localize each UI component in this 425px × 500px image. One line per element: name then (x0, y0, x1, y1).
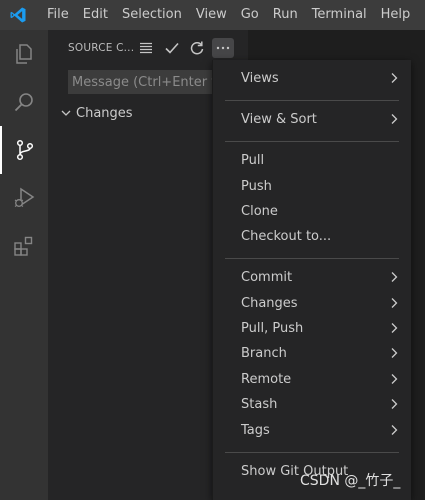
menu-item-view-sort[interactable]: View & Sort (213, 107, 411, 132)
activity-source-control[interactable] (0, 126, 48, 174)
menu-item-pull-push[interactable]: Pull, Push (213, 316, 411, 341)
menu-item-branch[interactable]: Branch (213, 341, 411, 366)
chevron-right-icon (391, 73, 398, 83)
menu-run[interactable]: Run (266, 0, 305, 30)
menu-edit[interactable]: Edit (76, 0, 115, 30)
menu-item-stash[interactable]: Stash (213, 392, 411, 417)
menu-item-label: Commit (241, 270, 293, 285)
title-bar: File Edit Selection View Go Run Terminal… (0, 0, 425, 30)
activity-search[interactable] (0, 78, 48, 126)
run-debug-icon (14, 187, 35, 207)
menu-item-label: View & Sort (241, 112, 317, 127)
more-actions-icon[interactable] (212, 38, 234, 58)
sidebar-title: SOURCE C... (68, 42, 135, 54)
chevron-right-icon (391, 399, 398, 409)
menu-file[interactable]: File (40, 0, 76, 30)
menu-item-tags[interactable]: Tags (213, 418, 411, 443)
chevron-right-icon (391, 114, 398, 124)
menu-item-push[interactable]: Push (213, 174, 411, 199)
menu-separator (225, 258, 399, 259)
menu-selection[interactable]: Selection (115, 0, 189, 30)
menu-item-clone[interactable]: Clone (213, 199, 411, 224)
activity-extensions[interactable] (0, 222, 48, 270)
search-icon (14, 93, 33, 112)
menu-terminal[interactable]: Terminal (305, 0, 374, 30)
menu-item-label: Branch (241, 346, 287, 361)
menu-view[interactable]: View (189, 0, 234, 30)
menu-separator (225, 100, 399, 101)
chevron-right-icon (391, 272, 398, 282)
menu-item-pull[interactable]: Pull (213, 148, 411, 173)
more-actions-menu: Views View & Sort Pull Push Clone Checko… (212, 60, 411, 500)
menu-item-views[interactable]: Views (213, 66, 411, 91)
vscode-logo-icon[interactable] (9, 6, 27, 24)
menu-item-changes[interactable]: Changes (213, 291, 411, 316)
refresh-icon[interactable] (188, 39, 206, 57)
activity-run-debug[interactable] (0, 174, 48, 222)
activity-bar (0, 30, 48, 500)
menu-item-label: Tags (241, 423, 270, 438)
chevron-right-icon (391, 348, 398, 358)
menu-separator (225, 452, 399, 453)
chevron-right-icon (391, 374, 398, 384)
menu-separator (225, 141, 399, 142)
menu-item-label: Changes (241, 296, 298, 311)
activity-explorer[interactable] (0, 30, 48, 78)
menu-item-checkout-to[interactable]: Checkout to... (213, 224, 411, 249)
menu-item-label: Clone (241, 204, 278, 219)
changes-group-header[interactable]: Changes (60, 103, 133, 123)
commit-check-icon[interactable] (163, 39, 181, 57)
chevron-right-icon (391, 298, 398, 308)
menu-item-label: Pull (241, 153, 265, 168)
explorer-icon (16, 44, 32, 64)
watermark-text: CSDN @_竹子_ (300, 473, 401, 489)
changes-label: Changes (76, 105, 133, 121)
menu-go[interactable]: Go (234, 0, 266, 30)
menu-item-label: Views (241, 71, 279, 86)
extensions-icon (14, 236, 33, 256)
menu-item-commit[interactable]: Commit (213, 265, 411, 290)
menu-item-remote[interactable]: Remote (213, 367, 411, 392)
chevron-right-icon (391, 425, 398, 435)
menu-item-label: Stash (241, 397, 278, 412)
menu-help[interactable]: Help (374, 0, 418, 30)
chevron-right-icon (391, 323, 398, 333)
view-as-tree-icon[interactable] (137, 39, 155, 57)
menu-item-label: Remote (241, 372, 292, 387)
chevron-down-icon (61, 110, 71, 116)
menu-item-label: Push (241, 179, 272, 194)
menu-item-label: Checkout to... (241, 229, 332, 244)
source-control-icon (16, 139, 34, 161)
menu-item-label: Pull, Push (241, 321, 304, 336)
